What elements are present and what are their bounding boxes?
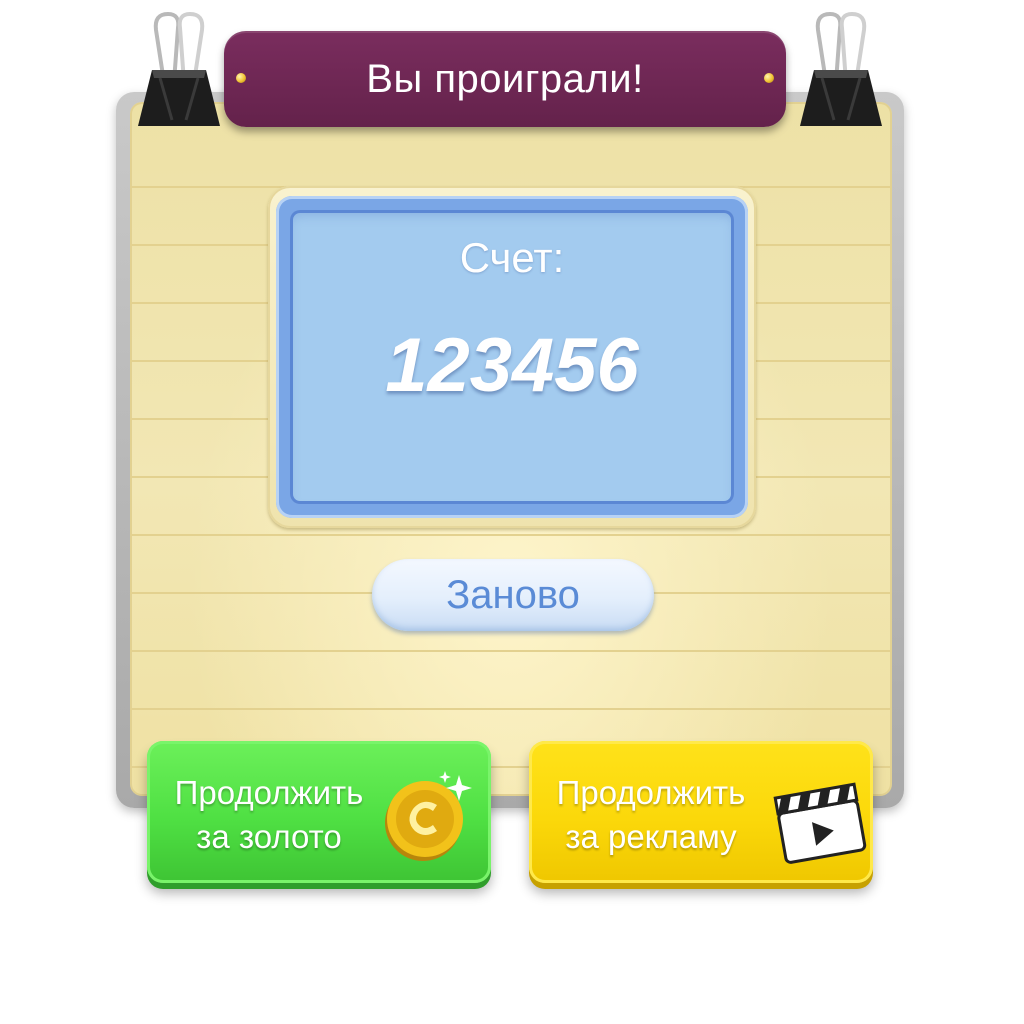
- rivet-icon: [236, 73, 246, 83]
- score-value: 123456: [385, 323, 639, 408]
- score-panel: Счет: 123456: [276, 196, 748, 518]
- clapperboard-play-icon: [773, 782, 867, 864]
- binder-clip-icon: [138, 11, 220, 126]
- score-label: Счет:: [459, 234, 565, 281]
- restart-button[interactable]: Заново: [372, 559, 654, 631]
- gold-coin-icon: [385, 771, 472, 861]
- game-over-screen: Вы проиграли! Счет: 123456 Заново Продол…: [0, 0, 1024, 1024]
- paper-line: [130, 708, 892, 710]
- dialog-title: Вы проиграли!: [366, 56, 644, 101]
- continue-for-gold-button[interactable]: Продолжить за золото: [147, 741, 491, 883]
- binder-clip-icon: [800, 11, 882, 126]
- title-banner: Вы проиграли!: [224, 31, 786, 127]
- continue-ad-line1: Продолжить: [556, 774, 746, 811]
- continue-for-ad-button[interactable]: Продолжить за рекламу: [529, 741, 873, 883]
- rivet-icon: [764, 73, 774, 83]
- restart-label: Заново: [446, 572, 580, 617]
- continue-gold-line1: Продолжить: [174, 774, 364, 811]
- paper-line: [130, 650, 892, 652]
- score-frame: Счет: 123456: [268, 186, 756, 528]
- continue-gold-text: Продолжить за золото: [155, 771, 383, 859]
- continue-ad-line2: за рекламу: [565, 818, 737, 855]
- continue-gold-line2: за золото: [196, 818, 342, 855]
- continue-ad-text: Продолжить за рекламу: [537, 771, 765, 859]
- paper-line: [130, 534, 892, 536]
- score-display: Счет: 123456: [290, 210, 734, 504]
